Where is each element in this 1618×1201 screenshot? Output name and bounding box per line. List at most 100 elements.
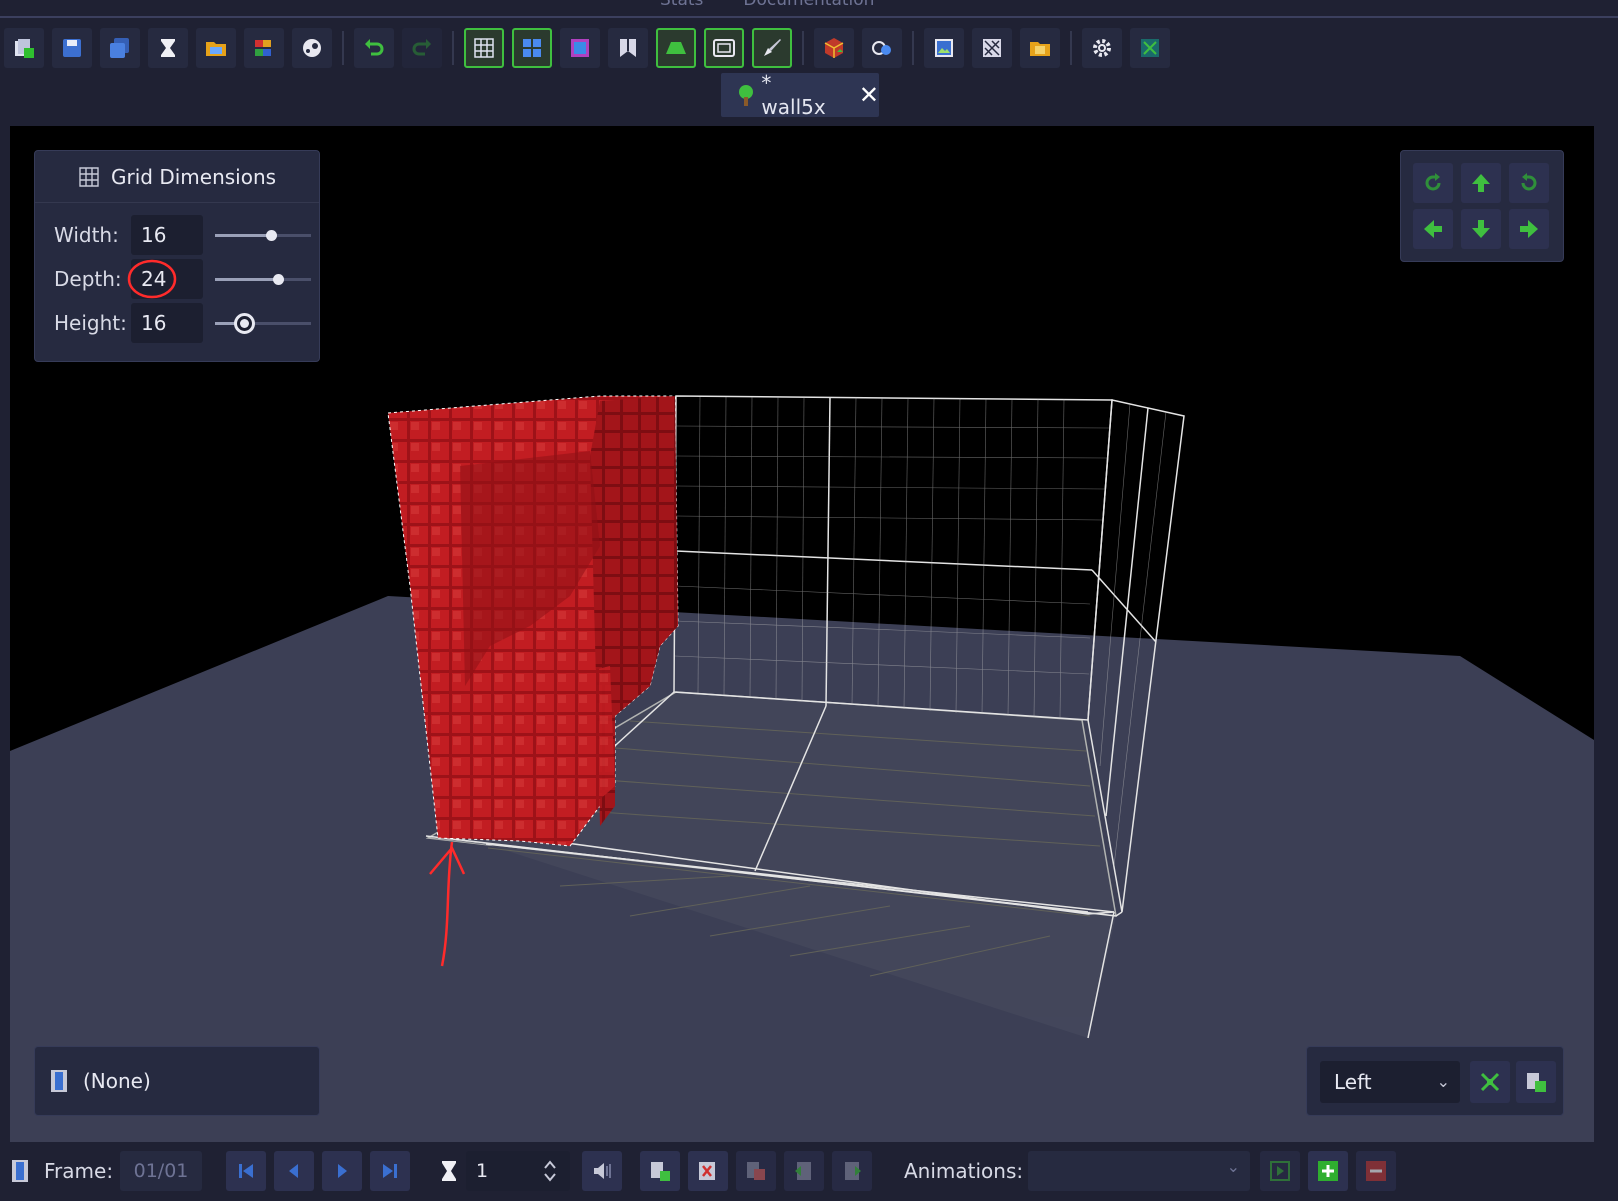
new-file-icon (15, 39, 34, 58)
fullscreen-button[interactable] (1130, 28, 1170, 68)
copy-frame-button[interactable] (736, 1151, 776, 1191)
camera-view-icon (872, 41, 891, 55)
arrow-up-icon (1472, 174, 1490, 192)
width-slider[interactable] (215, 229, 311, 241)
depth-slider[interactable] (215, 273, 311, 285)
open-folder-icon (206, 42, 226, 56)
spinner-arrows-icon[interactable] (542, 1158, 558, 1184)
viewport-3d[interactable]: Grid Dimensions Width: 16 Depth: 24 Heig… (10, 126, 1594, 1142)
rotate-left-button[interactable] (1413, 163, 1453, 203)
move-down-button[interactable] (1461, 209, 1501, 249)
rotate-right-button[interactable] (1509, 163, 1549, 203)
last-frame-button[interactable] (370, 1151, 410, 1191)
grid-dimensions-panel: Grid Dimensions Width: 16 Depth: 24 Heig… (34, 150, 320, 362)
prev-frame-button[interactable] (274, 1151, 314, 1191)
grid-icon (474, 38, 494, 58)
speaker-icon (594, 1163, 611, 1179)
document-title: * wall5x (761, 71, 826, 119)
toolbar-separator (802, 31, 804, 65)
move-right-button[interactable] (1509, 209, 1549, 249)
pattern-icon (983, 39, 1001, 57)
view-select-value: Left (1334, 1070, 1372, 1094)
move-frame-right-button[interactable] (832, 1151, 872, 1191)
width-input[interactable]: 16 (131, 215, 203, 255)
tree-icon (739, 85, 753, 106)
tab-documentation[interactable]: Documentation (743, 0, 874, 10)
rotate-ccw-icon (1425, 173, 1441, 191)
solid-view-button[interactable] (560, 28, 600, 68)
palette-button[interactable] (244, 28, 284, 68)
move-left-button[interactable] (1413, 209, 1453, 249)
save-as-button[interactable] (100, 28, 140, 68)
settings-icon (1093, 39, 1111, 57)
sound-button[interactable] (582, 1151, 622, 1191)
steam-icon (303, 39, 321, 57)
toolbar-separator (452, 31, 454, 65)
add-frame-icon (651, 1162, 670, 1181)
camera-nav-panel (1400, 150, 1564, 262)
height-input[interactable]: 16 (131, 303, 203, 343)
export-model-icon (824, 38, 844, 58)
animations-label: Animations: (904, 1159, 1024, 1183)
time-button[interactable] (148, 28, 188, 68)
move-frame-left-button[interactable] (784, 1151, 824, 1191)
paint-toggle[interactable] (752, 28, 792, 68)
grid-dimensions-header: Grid Dimensions (35, 151, 319, 203)
grid-icon (79, 166, 99, 187)
render-image-button[interactable] (924, 28, 964, 68)
arrow-left-icon (1424, 220, 1442, 238)
floor-toggle[interactable] (656, 28, 696, 68)
tab-stats[interactable]: Stats (660, 0, 703, 10)
tile-grid-toggle[interactable] (512, 28, 552, 68)
play-animation-button[interactable] (1260, 1151, 1300, 1191)
document-tab[interactable]: * wall5x ✕ (721, 71, 879, 119)
save-button[interactable] (52, 28, 92, 68)
height-slider[interactable] (215, 312, 311, 334)
open-button[interactable] (196, 28, 236, 68)
height-label: Height: (54, 311, 127, 335)
redo-button[interactable] (402, 28, 442, 68)
skip-forward-icon (383, 1164, 397, 1178)
first-frame-button[interactable] (226, 1151, 266, 1191)
fit-view-icon (1480, 1072, 1500, 1092)
export-model-button[interactable] (814, 28, 854, 68)
undo-button[interactable] (354, 28, 394, 68)
settings-button[interactable] (1082, 28, 1122, 68)
close-icon[interactable]: ✕ (859, 81, 879, 109)
add-frame-button[interactable] (640, 1151, 680, 1191)
steam-button[interactable] (292, 28, 332, 68)
texture-icon (620, 39, 636, 57)
palette-label: (None) (83, 1069, 151, 1093)
add-view-icon (1527, 1073, 1546, 1092)
fullscreen-icon (1141, 39, 1159, 57)
arrow-right-icon (1520, 220, 1538, 238)
film-strip-icon (51, 1070, 67, 1092)
add-animation-button[interactable] (1308, 1151, 1348, 1191)
annotation-circle (127, 259, 177, 299)
next-icon (338, 1164, 347, 1178)
new-file-button[interactable] (4, 28, 44, 68)
frame-input[interactable]: 01/01 (120, 1151, 202, 1191)
next-frame-button[interactable] (322, 1151, 362, 1191)
frame-label: Frame: (44, 1159, 114, 1183)
redo-icon (412, 39, 431, 56)
play-icon (1270, 1161, 1290, 1181)
delete-frame-button[interactable] (688, 1151, 728, 1191)
camera-view-button[interactable] (862, 28, 902, 68)
hourglass-icon (161, 39, 175, 57)
move-up-button[interactable] (1461, 163, 1501, 203)
save-as-icon (110, 38, 129, 58)
texture-button[interactable] (608, 28, 648, 68)
grid-toggle[interactable] (464, 28, 504, 68)
palette-panel[interactable]: (None) (34, 1046, 320, 1116)
view-select[interactable]: Left ⌄ (1320, 1061, 1460, 1103)
wireframe-toggle[interactable] (704, 28, 744, 68)
animations-select[interactable]: ⌄ (1028, 1151, 1250, 1191)
fit-view-button[interactable] (1470, 1061, 1510, 1103)
skip-back-icon (239, 1164, 253, 1178)
remove-animation-button[interactable] (1356, 1151, 1396, 1191)
folder-button[interactable] (1020, 28, 1060, 68)
prev-icon (289, 1164, 298, 1178)
pattern-button[interactable] (972, 28, 1012, 68)
add-view-button[interactable] (1516, 1061, 1556, 1103)
